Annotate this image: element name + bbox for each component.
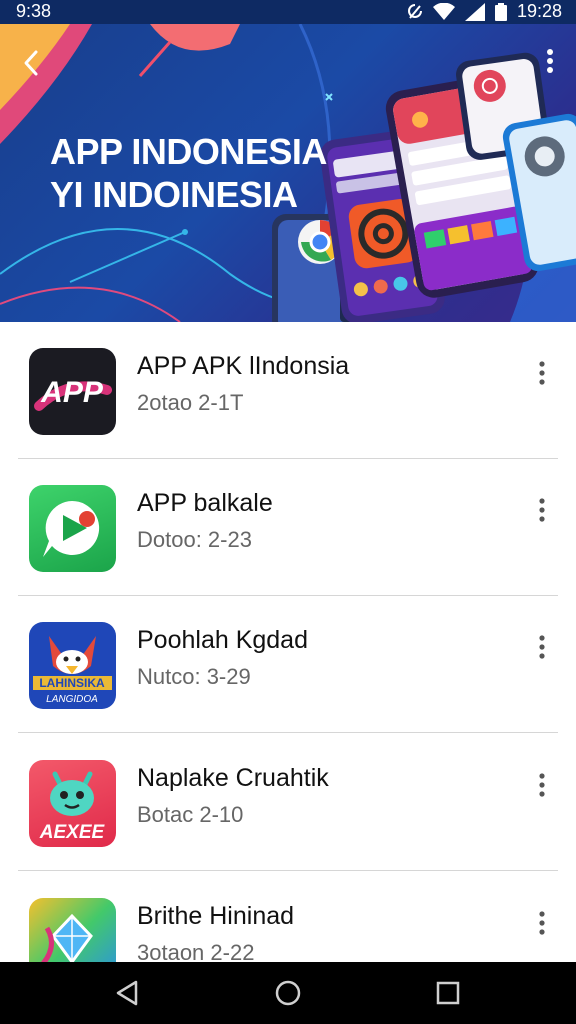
app-name: Poohlah Kgdad: [137, 626, 308, 654]
more-vert-icon: [539, 361, 545, 385]
status-icons: 19:28: [407, 1, 562, 22]
battery-icon: [494, 2, 507, 21]
app-name: APP APK lIndonsia: [137, 352, 350, 380]
hero-title-line2: YI INDOINESIA: [50, 174, 298, 215]
more-vert-icon: [539, 911, 545, 935]
app-subtitle: Nutco: 3-29: [137, 664, 251, 689]
fox-mascot-icon: LAHINSIKA LANGIDOA: [33, 636, 112, 705]
app-logo-text: AEXEE: [39, 822, 106, 843]
app-subtitle: 2otao 2-1T: [137, 390, 244, 415]
signal-icon: [464, 2, 485, 21]
list-item[interactable]: APP balkale Dotoo: 2-23: [0, 459, 576, 596]
item-menu-button[interactable]: [530, 632, 554, 666]
hero-title-line1: APP INDONESIA: [50, 131, 327, 172]
nav-back-button[interactable]: [110, 976, 144, 1010]
item-menu-button[interactable]: [530, 358, 554, 392]
more-vert-icon: [539, 773, 545, 797]
nav-recents-button[interactable]: [431, 976, 465, 1010]
divider: [18, 870, 558, 871]
hero-title: APP INDONESIA YI INDOINESIA: [50, 130, 327, 216]
nav-back-icon: [116, 980, 138, 1006]
app-name: Brithe Hininad: [137, 902, 295, 930]
back-arrow-icon: [24, 50, 38, 76]
app-icon: AEXEE: [29, 760, 116, 847]
wifi-icon: [432, 2, 455, 20]
app-icon: APP: [29, 348, 116, 435]
item-menu-button[interactable]: [530, 495, 554, 529]
list-item[interactable]: AEXEE Naplake Cruahtik Botac 2-10: [0, 734, 576, 871]
item-menu-button[interactable]: [530, 908, 554, 942]
more-vert-icon: [539, 635, 545, 659]
sync-off-icon: [407, 3, 422, 19]
divider: [18, 732, 558, 733]
overflow-menu-button[interactable]: [538, 46, 562, 80]
item-menu-button[interactable]: [530, 770, 554, 804]
nav-home-button[interactable]: [271, 976, 305, 1010]
status-clock: 19:28: [516, 1, 562, 21]
app-name: Naplake Cruahtik: [137, 764, 329, 792]
status-bar: 9:38 19:28: [0, 0, 576, 24]
nav-home-icon: [275, 980, 301, 1006]
more-vert-icon: [539, 498, 545, 522]
hero-banner: APP INDONESIA YI INDOINESIA: [0, 24, 576, 322]
app-logo-text: APP: [40, 376, 104, 409]
app-icon: [29, 485, 116, 572]
app-logo-icon: APP: [34, 376, 112, 411]
app-name: APP balkale: [137, 489, 273, 517]
back-button[interactable]: [14, 46, 48, 80]
nav-recents-icon: [436, 981, 460, 1005]
app-subtitle: Botac 2-10: [137, 802, 244, 827]
list-item[interactable]: APP APP APK lIndonsia 2otao 2-1T: [0, 322, 576, 459]
monster-mascot-icon: AEXEE: [39, 771, 106, 843]
list-item[interactable]: LAHINSIKA LANGIDOA Poohlah Kgdad Nutco: …: [0, 596, 576, 733]
app-logo-text: LAHINSIKA: [39, 676, 105, 690]
play-chat-icon: [43, 500, 100, 557]
status-time: 9:38: [16, 1, 52, 21]
app-logo-subtext: LANGIDOA: [46, 694, 98, 705]
app-subtitle: Dotoo: 2-23: [137, 527, 252, 552]
app-icon: LAHINSIKA LANGIDOA: [29, 622, 116, 709]
navigation-bar: [0, 962, 576, 1024]
more-vert-icon: [547, 49, 553, 73]
